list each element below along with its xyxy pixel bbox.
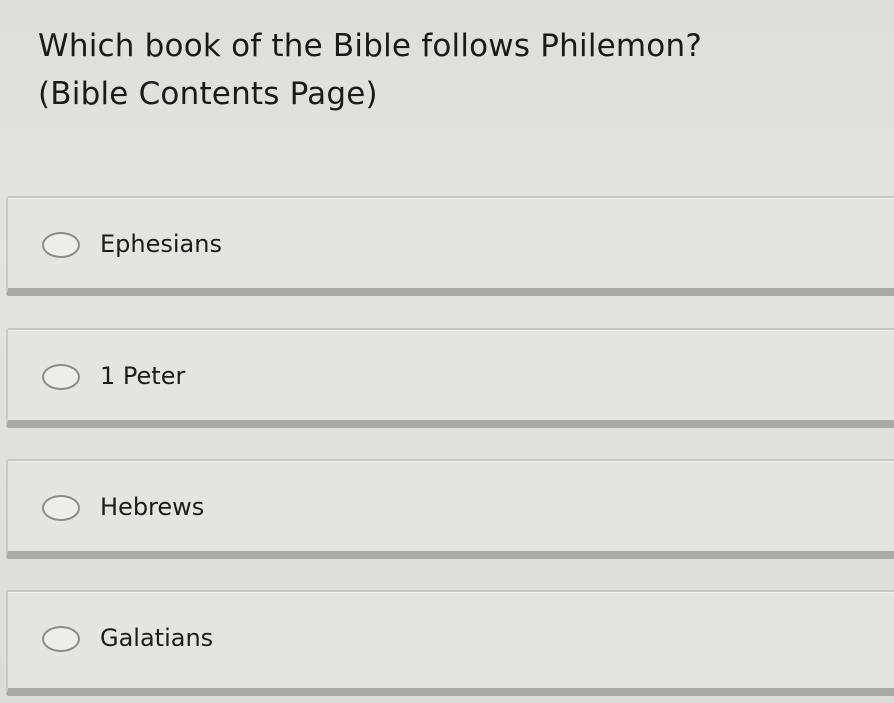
radio-button-icon[interactable]	[42, 232, 80, 258]
answer-option-ephesians[interactable]: Ephesians	[6, 196, 894, 296]
answer-option-label: Galatians	[100, 624, 214, 652]
question-text: Which book of the Bible follows Philemon…	[38, 22, 878, 118]
answer-option-label: 1 Peter	[100, 362, 186, 390]
question-subtitle: (Bible Contents Page)	[38, 76, 378, 112]
radio-button-icon[interactable]	[42, 364, 80, 390]
question-line-1: Which book of the Bible follows Philemon…	[38, 28, 702, 64]
answer-option-1-peter[interactable]: 1 Peter	[6, 328, 894, 428]
answer-option-label: Ephesians	[100, 230, 222, 258]
answer-option-galatians[interactable]: Galatians	[6, 590, 894, 696]
radio-button-icon[interactable]	[42, 626, 80, 652]
radio-button-icon[interactable]	[42, 495, 80, 521]
answer-option-label: Hebrews	[100, 493, 205, 521]
answer-option-hebrews[interactable]: Hebrews	[6, 459, 894, 559]
